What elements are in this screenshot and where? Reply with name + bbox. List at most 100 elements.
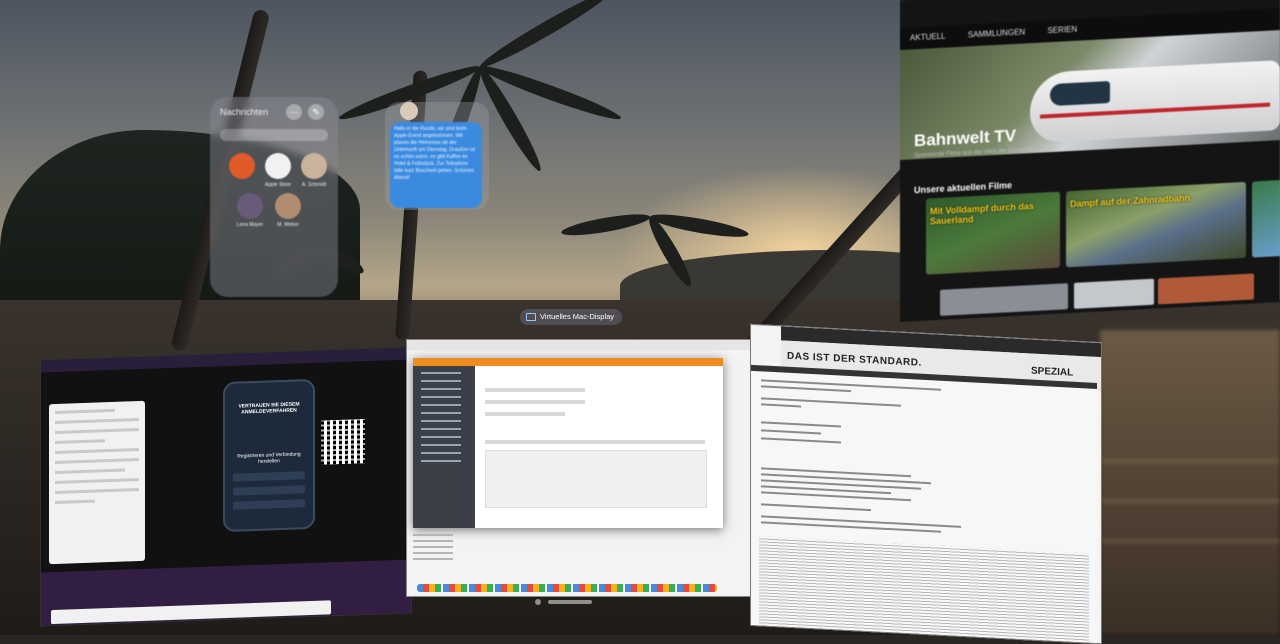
search-input[interactable] bbox=[220, 129, 328, 141]
film-thumbnail[interactable] bbox=[1158, 273, 1254, 305]
phone-preview[interactable]: VERTRAUEN SIE DIESEM ANMELDEVERFAHREN Re… bbox=[223, 378, 315, 533]
sidebar-item[interactable] bbox=[421, 412, 461, 414]
sidebar-item[interactable] bbox=[421, 396, 461, 398]
text-line bbox=[761, 379, 941, 391]
film-card[interactable] bbox=[1252, 179, 1280, 258]
text-line bbox=[761, 385, 851, 393]
browser-window-left[interactable]: VERTRAUEN SIE DIESEM ANMELDEVERFAHREN Re… bbox=[40, 346, 412, 627]
card-line bbox=[55, 418, 139, 424]
text-editor-window[interactable] bbox=[751, 364, 1097, 644]
sidebar-item[interactable] bbox=[421, 404, 461, 406]
message-input[interactable] bbox=[51, 600, 331, 625]
phone-field[interactable] bbox=[233, 471, 305, 482]
dock[interactable] bbox=[417, 584, 717, 592]
sidebar-item[interactable] bbox=[421, 428, 461, 430]
browser-toolbar bbox=[41, 347, 411, 373]
card-line bbox=[55, 499, 95, 504]
contact-name: Lena Mayer bbox=[236, 222, 264, 228]
contact-name: M. Weber bbox=[277, 222, 299, 228]
train-stripe bbox=[1040, 102, 1270, 119]
qr-code bbox=[321, 419, 365, 465]
desktop-right[interactable]: DAS IST DER STANDARD. SPEZIAL bbox=[750, 323, 1102, 644]
text-line bbox=[761, 429, 821, 435]
text-line bbox=[761, 403, 801, 408]
film-card[interactable]: Dampf auf der Zahnradbahn bbox=[1066, 181, 1246, 268]
phone-subheader: Registrieren und Verbindung herstellen bbox=[237, 451, 301, 465]
messages-title: Nachrichten bbox=[220, 107, 269, 117]
virtual-display-label[interactable]: Virtuelles Mac-Display bbox=[520, 309, 623, 325]
card-line bbox=[55, 439, 105, 444]
film-card-title: Mit Volldampf durch das Sauerland bbox=[930, 200, 1034, 227]
card-line bbox=[55, 458, 139, 464]
nav-item[interactable]: SAMMLUNGEN bbox=[968, 27, 1025, 39]
banner-right-text: SPEZIAL bbox=[1031, 365, 1074, 379]
sidebar-item[interactable] bbox=[421, 444, 461, 446]
form-field[interactable] bbox=[485, 412, 565, 416]
compose-icon[interactable]: ✎ bbox=[308, 104, 324, 120]
tv-app-window[interactable]: AKTUELL SAMMLUNGEN SERIEN Bahnwelt TV Sp… bbox=[900, 0, 1280, 322]
finder-item[interactable] bbox=[413, 558, 453, 560]
sidebar-item[interactable] bbox=[421, 452, 461, 454]
contact-name: A. Schmidt bbox=[301, 182, 327, 188]
film-thumbnail[interactable] bbox=[940, 283, 1068, 316]
form-field[interactable] bbox=[485, 388, 585, 392]
text-line bbox=[761, 421, 841, 428]
sidebar-item[interactable] bbox=[421, 420, 461, 422]
finder-item[interactable] bbox=[413, 534, 453, 536]
editor-toolbar[interactable] bbox=[485, 440, 705, 444]
virtual-display-text: Virtuelles Mac-Display bbox=[540, 312, 615, 321]
avatar bbox=[275, 193, 301, 219]
virtual-mac-display[interactable]: VERTRAUEN SIE DIESEM ANMELDEVERFAHREN Re… bbox=[40, 323, 1102, 644]
message-bubble: Hallo in die Runde, wir sind beim Apple-… bbox=[390, 122, 482, 208]
phone-field[interactable] bbox=[233, 485, 305, 496]
sidebar-item[interactable] bbox=[421, 436, 461, 438]
train-window bbox=[1050, 80, 1110, 107]
cms-window[interactable] bbox=[413, 358, 723, 528]
contact-pin[interactable] bbox=[224, 153, 260, 182]
sidebar-item[interactable] bbox=[421, 372, 461, 374]
contact-pin[interactable]: M. Weber bbox=[270, 193, 306, 228]
phone-header: VERTRAUEN SIE DIESEM ANMELDEVERFAHREN bbox=[238, 401, 300, 416]
avatar bbox=[265, 153, 291, 179]
film-thumbnail[interactable] bbox=[1074, 278, 1154, 309]
editor-area[interactable] bbox=[485, 450, 707, 508]
messages-window[interactable]: Nachrichten ⋯ ✎ Apple Store A. Schmidt L… bbox=[210, 97, 338, 297]
window-dot[interactable] bbox=[535, 599, 541, 605]
card-line bbox=[55, 488, 139, 494]
finder-item[interactable] bbox=[413, 540, 453, 542]
more-icon[interactable]: ⋯ bbox=[286, 104, 302, 120]
display-icon bbox=[526, 313, 536, 322]
card-line bbox=[55, 478, 139, 484]
palm-frond bbox=[560, 210, 652, 240]
settings-card[interactable] bbox=[49, 400, 145, 565]
contact-name: Apple Store bbox=[264, 182, 292, 188]
train-image bbox=[1030, 60, 1280, 144]
contact-pin[interactable]: A. Schmidt bbox=[296, 153, 332, 188]
log-output bbox=[759, 536, 1089, 644]
sidebar-item[interactable] bbox=[421, 388, 461, 390]
nav-item[interactable]: SERIEN bbox=[1047, 25, 1077, 36]
film-card-title: Dampf auf der Zahnradbahn bbox=[1070, 192, 1191, 210]
room-shelf bbox=[1100, 330, 1280, 635]
contact-pin[interactable]: Lena Mayer bbox=[232, 193, 268, 228]
form-field[interactable] bbox=[485, 400, 585, 404]
finder-item[interactable] bbox=[413, 546, 453, 548]
chat-area bbox=[41, 559, 411, 627]
avatar bbox=[301, 153, 327, 179]
cms-header-bar bbox=[413, 358, 723, 366]
film-card[interactable]: Mit Volldampf durch das Sauerland bbox=[926, 191, 1060, 275]
finder-item[interactable] bbox=[413, 552, 453, 554]
section-heading: Unsere aktuellen Filme bbox=[914, 180, 1013, 196]
card-line bbox=[55, 448, 139, 454]
finder-list bbox=[413, 530, 453, 580]
sidebar-item[interactable] bbox=[421, 460, 461, 462]
window-grabber[interactable] bbox=[548, 600, 592, 604]
palm-frond bbox=[476, 0, 614, 74]
nav-item[interactable]: AKTUELL bbox=[910, 32, 946, 43]
phone-field[interactable] bbox=[233, 499, 305, 510]
sidebar-item[interactable] bbox=[421, 380, 461, 382]
avatar bbox=[237, 193, 263, 219]
contact-pin[interactable]: Apple Store bbox=[260, 153, 296, 188]
card-line bbox=[55, 428, 139, 434]
cms-sidebar bbox=[413, 366, 475, 528]
